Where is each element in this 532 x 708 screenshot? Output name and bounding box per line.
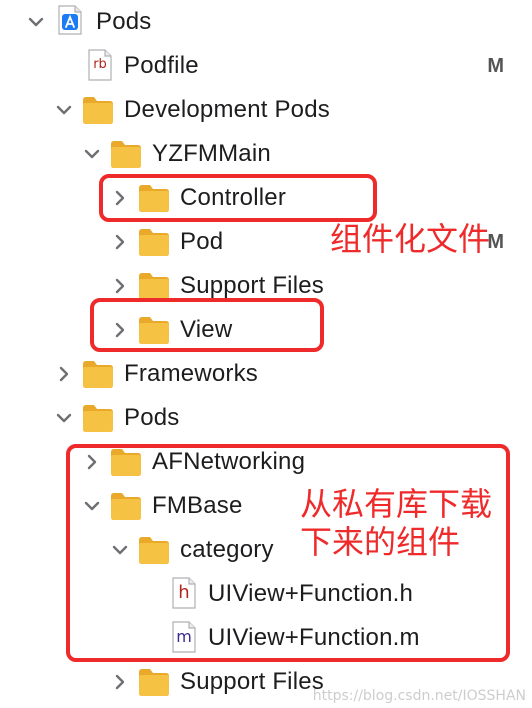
disclosure-collapsed-icon[interactable] xyxy=(110,672,130,692)
row-label: Frameworks xyxy=(124,360,259,387)
disclosure-expanded-icon[interactable] xyxy=(54,100,74,120)
controller-highlight-box xyxy=(99,174,377,222)
view-highlight-box xyxy=(90,298,324,352)
annotation-downloaded-line1: 从私有库下载 xyxy=(300,485,493,523)
row-label: YZFMMain xyxy=(152,140,271,167)
folder-icon xyxy=(110,139,142,169)
disclosure-expanded-icon[interactable] xyxy=(82,144,102,164)
disclosure-expanded-icon[interactable] xyxy=(54,408,74,428)
scm-status-badge: M xyxy=(487,55,504,77)
folder-icon xyxy=(138,667,170,697)
disclosure-expanded-icon[interactable] xyxy=(26,12,46,32)
annotation-downloaded-line2: 下来的组件 xyxy=(300,523,461,561)
disclosure-collapsed-icon[interactable] xyxy=(54,364,74,384)
navigator-row-pods-group[interactable]: Pods xyxy=(0,396,532,440)
navigator-row-pods-project[interactable]: Pods xyxy=(0,0,532,44)
disclosure-collapsed-icon[interactable] xyxy=(110,232,130,252)
ruby-file-icon: rb xyxy=(86,49,114,81)
navigator-row-podfile[interactable]: rb Podfile M xyxy=(0,44,532,88)
annotation-componentized-files: 组件化文件 xyxy=(330,220,491,258)
xcode-project-icon xyxy=(56,5,84,35)
row-label: Pod xyxy=(180,228,224,255)
row-label: Support Files xyxy=(180,668,324,695)
row-label: Development Pods xyxy=(124,96,330,123)
navigator-row-yzfmmain[interactable]: YZFMMain xyxy=(0,132,532,176)
row-label: Pods xyxy=(124,404,180,431)
folder-icon xyxy=(138,271,170,301)
navigator-row-development-pods[interactable]: Development Pods xyxy=(0,88,532,132)
navigator-row-frameworks[interactable]: Frameworks xyxy=(0,352,532,396)
file-badge: rb xyxy=(93,57,107,72)
disclosure-collapsed-icon[interactable] xyxy=(110,276,130,296)
row-label: Pods xyxy=(96,8,152,35)
folder-icon xyxy=(82,95,114,125)
watermark: https://blog.csdn.net/IOSSHAN xyxy=(312,688,526,704)
folder-icon xyxy=(138,227,170,257)
row-label: Podfile xyxy=(124,52,199,79)
folder-icon xyxy=(82,359,114,389)
folder-icon xyxy=(82,403,114,433)
